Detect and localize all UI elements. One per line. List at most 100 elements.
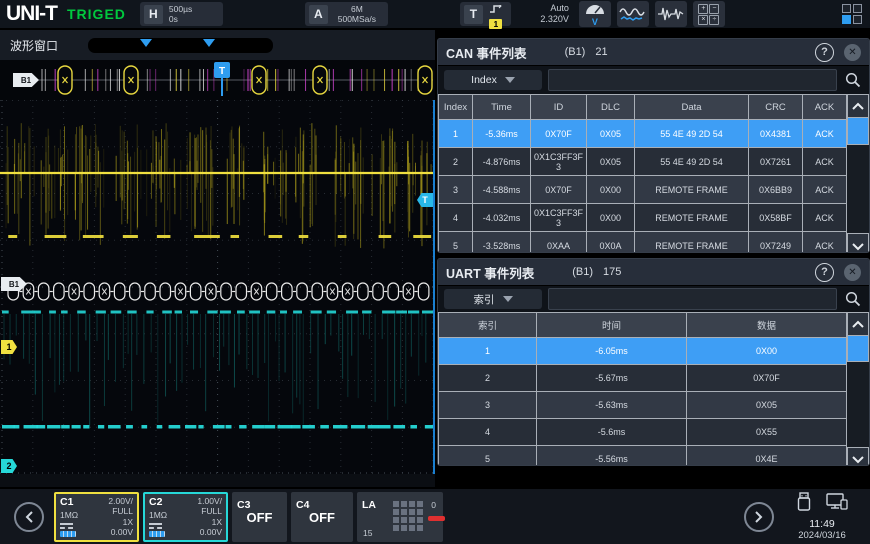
cell-index: 2: [439, 365, 537, 392]
can-panel-titlebar: CAN 事件列表 (B1) 21 ? ✕: [438, 39, 869, 66]
bottom-channel-bar: C1 1MΩ 2.00V/ FULL 1X 0.00V C2 1MΩ 1.00V…: [0, 487, 870, 544]
close-icon[interactable]: ✕: [844, 44, 861, 61]
timebase-navigator[interactable]: [88, 38, 273, 53]
channel2-impedance: 1MΩ: [149, 510, 167, 520]
cell-time: -5.6ms: [537, 419, 687, 446]
cell-index: 4: [439, 419, 537, 446]
uart-row[interactable]: 2-5.67ms0X70F: [439, 365, 847, 392]
search-icon[interactable]: [843, 72, 863, 88]
trigger-edge-icon: [489, 0, 503, 18]
navigator-marker-right[interactable]: [203, 39, 215, 47]
waveform-gen-button[interactable]: [617, 1, 649, 27]
can-panel-bus: (B1): [565, 46, 586, 58]
can-search-row: Index: [438, 66, 869, 94]
remote-display-icon[interactable]: [826, 492, 848, 517]
cell-index: 2: [439, 148, 473, 176]
channel2-card[interactable]: C2 1MΩ 1.00V/ FULL 1X 0.00V: [143, 492, 228, 542]
can-row-selected[interactable]: 1-5.36ms0X70F0X0555 4E 49 2D 540X4381ACK: [439, 120, 847, 148]
close-icon[interactable]: ✕: [844, 264, 861, 281]
multimeter-button[interactable]: V: [579, 1, 611, 27]
can-panel-title: CAN 事件列表: [446, 43, 527, 62]
scrollbar-thumb[interactable]: [847, 118, 869, 145]
uart-event-table: 索引 时间 数据 1-6.05ms0X00 2-5.67ms0X70F 3-5.…: [438, 312, 847, 466]
uart-header-row: 索引 时间 数据: [439, 313, 847, 338]
la-name: LA: [362, 499, 376, 511]
usb-drive-icon[interactable]: [796, 492, 812, 517]
math-operators-icon: +−×÷: [698, 4, 719, 25]
can-row[interactable]: 5-3.528ms0XAA0X0AREMOTE FRAME0X7249ACK: [439, 232, 847, 254]
channel1-card[interactable]: C1 1MΩ 2.00V/ FULL 1X 0.00V: [54, 492, 139, 542]
uart-search-input[interactable]: [548, 288, 837, 310]
scroll-down-button[interactable]: [847, 233, 869, 253]
channel1-position-icon: [60, 531, 76, 537]
waveform-window-title: 波形窗口: [10, 37, 58, 54]
chevron-left-icon: [24, 510, 34, 524]
trigger-level: 2.320V: [525, 14, 569, 25]
uart-event-count: 175: [603, 266, 621, 278]
clock-date: 2024/03/16: [798, 530, 846, 541]
uart-scrollbar[interactable]: [847, 312, 869, 466]
waveform-window[interactable]: 波形窗口 B1 T B1 T 1 2: [0, 30, 435, 487]
math-button[interactable]: +−×÷: [693, 1, 725, 27]
channel1-bandwidth: FULL: [112, 506, 133, 516]
uart-filter-dropdown[interactable]: 索引: [444, 289, 542, 309]
scroll-up-button[interactable]: [847, 312, 869, 336]
channel2-position-icon: [149, 531, 165, 537]
system-status-cluster: 11:49 2024/03/16: [784, 492, 860, 541]
cell-id: 0X1C3FF3F3: [531, 204, 587, 232]
trigger-settings-block[interactable]: T 1: [460, 2, 511, 26]
cell-data: 0X00: [687, 338, 847, 365]
dc-coupling-icon: [149, 523, 162, 529]
cell-data: 0X70F: [687, 365, 847, 392]
channel3-card[interactable]: C3 OFF: [232, 492, 287, 542]
scroll-down-button[interactable]: [847, 447, 869, 466]
uart-table-wrap: 索引 时间 数据 1-6.05ms0X00 2-5.67ms0X70F 3-5.…: [438, 312, 869, 466]
can-row[interactable]: 2-4.876ms0X1C3FF3F30X0555 4E 49 2D 540X7…: [439, 148, 847, 176]
can-filter-label: Index: [471, 74, 497, 86]
uart-row[interactable]: 5-5.56ms0X4E: [439, 446, 847, 467]
svg-text:T: T: [219, 66, 225, 77]
dvm-signal-button[interactable]: [655, 1, 687, 27]
can-row[interactable]: 3-4.588ms0X70F0X00REMOTE FRAME0X6BB9ACK: [439, 176, 847, 204]
pulse-wave-icon: [657, 4, 685, 24]
can-header-row: Index Time ID DLC Data CRC ACK: [439, 95, 847, 120]
cell-data: 0X55: [687, 419, 847, 446]
sample-rate: 500MSa/s: [338, 14, 376, 24]
uart-row[interactable]: 4-5.6ms0X55: [439, 419, 847, 446]
expand-right-button[interactable]: [744, 502, 774, 532]
channel1-name: C1: [60, 496, 78, 508]
la-channels-grid-icon: [393, 501, 423, 531]
channel3-state: OFF: [232, 510, 287, 525]
col-crc: CRC: [749, 95, 803, 120]
navigator-marker-left[interactable]: [140, 39, 152, 47]
cell-ack: ACK: [803, 176, 847, 204]
can-search-input[interactable]: [548, 69, 837, 91]
cell-ack: ACK: [803, 204, 847, 232]
channel4-card[interactable]: C4 OFF: [291, 492, 353, 542]
scrollbar-thumb[interactable]: [847, 336, 869, 362]
uart-panel-title: UART 事件列表: [446, 263, 534, 282]
horizontal-settings-block[interactable]: H 500µs 0s: [140, 2, 223, 26]
help-button[interactable]: ?: [815, 43, 834, 62]
cell-time: -5.56ms: [537, 446, 687, 467]
cell-time: -5.67ms: [537, 365, 687, 392]
can-filter-dropdown[interactable]: Index: [444, 70, 542, 90]
waveform-grid[interactable]: B1 T 1 2: [0, 100, 433, 474]
window-layout-button[interactable]: [842, 4, 862, 24]
search-icon[interactable]: [843, 291, 863, 307]
cell-data: 0X4E: [687, 446, 847, 467]
scroll-up-button[interactable]: [847, 94, 869, 118]
channel1-probe: 1X: [123, 517, 133, 527]
help-button[interactable]: ?: [815, 263, 834, 282]
collapse-left-button[interactable]: [14, 502, 44, 532]
oscilloscope-screen: UNI-T TRIGED H 500µs 0s A 6M 500MSa/s T: [0, 0, 870, 544]
chevron-down-icon: [505, 77, 515, 83]
uart-row-selected[interactable]: 1-6.05ms0X00: [439, 338, 847, 365]
cell-id: 0X70F: [531, 176, 587, 204]
acquire-settings-block[interactable]: A 6M 500MSa/s: [305, 2, 388, 26]
cell-ack: ACK: [803, 148, 847, 176]
uart-row[interactable]: 3-5.63ms0X05: [439, 392, 847, 419]
can-scrollbar[interactable]: [847, 94, 869, 253]
can-row[interactable]: 4-4.032ms0X1C3FF3F30X00REMOTE FRAME0X58B…: [439, 204, 847, 232]
col-dlc: DLC: [587, 95, 635, 120]
